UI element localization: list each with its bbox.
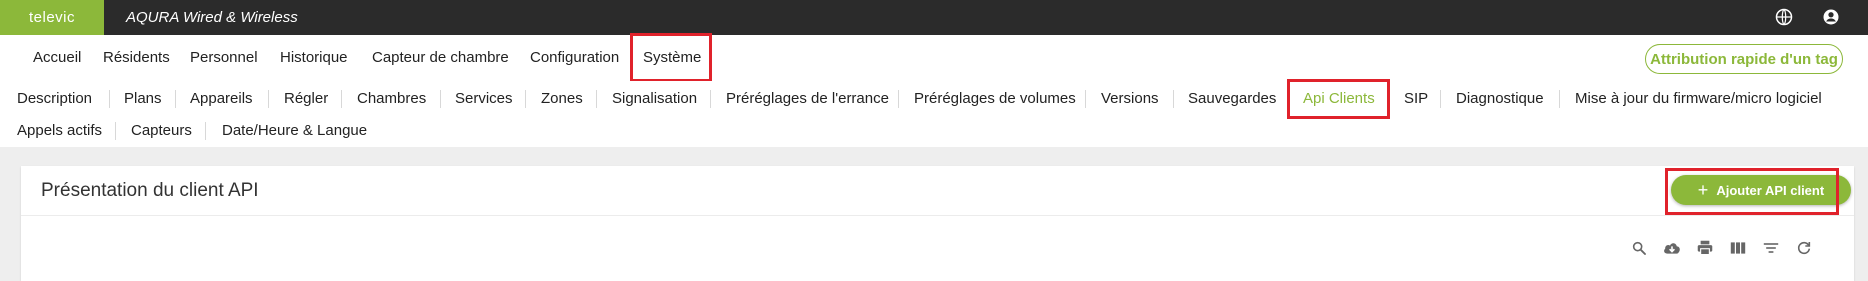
subnav-item-mise-a-jour-firmware[interactable]: Mise à jour du firmware/micro logiciel [1575, 87, 1822, 111]
subnav-item-prereglages-volumes[interactable]: Préréglages de volumes [914, 87, 1076, 111]
subnav-item-signalisation[interactable]: Signalisation [612, 87, 697, 111]
nav-item-configuration[interactable]: Configuration [530, 35, 619, 81]
subnav-item-appareils[interactable]: Appareils [190, 87, 253, 111]
divider [115, 122, 116, 140]
televic-logo[interactable]: televic [0, 0, 104, 35]
subnav-item-zones[interactable]: Zones [541, 87, 583, 111]
columns-icon[interactable] [1728, 238, 1748, 258]
main-nav: Accueil Résidents Personnel Historique C… [0, 35, 1868, 81]
subnav-item-chambres[interactable]: Chambres [357, 87, 426, 111]
card-title: Présentation du client API [41, 180, 259, 201]
subnav-item-sauvegardes[interactable]: Sauvegardes [1188, 87, 1276, 111]
divider [268, 90, 269, 108]
plus-icon: + [1697, 180, 1709, 200]
nav-item-residents[interactable]: Résidents [103, 35, 170, 81]
divider [525, 90, 526, 108]
divider [1173, 90, 1174, 108]
cloud-download-icon[interactable] [1662, 238, 1682, 258]
subnav-item-sip[interactable]: SIP [1404, 87, 1428, 111]
divider [341, 90, 342, 108]
top-bar: televic AQURA Wired & Wireless [0, 0, 1868, 35]
divider [109, 90, 110, 108]
divider [440, 90, 441, 108]
quick-tag-button[interactable]: Attribution rapide d'un tag [1645, 44, 1843, 74]
nav-item-systeme[interactable]: Système [643, 35, 701, 81]
nav-item-capteur-de-chambre[interactable]: Capteur de chambre [372, 35, 509, 81]
account-icon[interactable] [1821, 7, 1841, 27]
subnav-item-versions[interactable]: Versions [1101, 87, 1159, 111]
app-title: AQURA Wired & Wireless [126, 9, 298, 26]
globe-icon[interactable] [1774, 7, 1794, 27]
divider [1559, 90, 1560, 108]
subnav-item-services[interactable]: Services [455, 87, 513, 111]
divider [205, 122, 206, 140]
add-api-client-button[interactable]: + Ajouter API client [1671, 175, 1851, 205]
subnav-item-plans[interactable]: Plans [124, 87, 162, 111]
nav-item-personnel[interactable]: Personnel [190, 35, 258, 81]
nav-item-accueil[interactable]: Accueil [33, 35, 81, 81]
subnav-item-description[interactable]: Description [17, 87, 92, 111]
divider [175, 90, 176, 108]
refresh-icon[interactable] [1794, 238, 1814, 258]
subnav-item-date-heure-langue[interactable]: Date/Heure & Langue [222, 119, 367, 143]
print-icon[interactable] [1695, 238, 1715, 258]
divider [21, 215, 1854, 216]
search-icon[interactable] [1629, 238, 1649, 258]
divider [898, 90, 899, 108]
divider [1085, 90, 1086, 108]
subnav-item-api-clients[interactable]: Api Clients [1303, 87, 1375, 111]
api-client-card: Présentation du client API + Ajouter API… [21, 166, 1854, 281]
divider [710, 90, 711, 108]
subnav-item-capteurs[interactable]: Capteurs [131, 119, 192, 143]
subnav-item-regler[interactable]: Régler [284, 87, 328, 111]
filter-icon[interactable] [1761, 238, 1781, 258]
divider [596, 90, 597, 108]
nav-item-historique[interactable]: Historique [280, 35, 348, 81]
subnav-item-appels-actifs[interactable]: Appels actifs [17, 119, 102, 143]
divider [1440, 90, 1441, 108]
subnav-item-diagnostique[interactable]: Diagnostique [1456, 87, 1544, 111]
add-api-client-label: Ajouter API client [1716, 182, 1825, 198]
sub-nav: Description Plans Appareils Régler Chamb… [0, 81, 1868, 147]
subnav-item-prereglages-errance[interactable]: Préréglages de l'errance [726, 87, 889, 111]
